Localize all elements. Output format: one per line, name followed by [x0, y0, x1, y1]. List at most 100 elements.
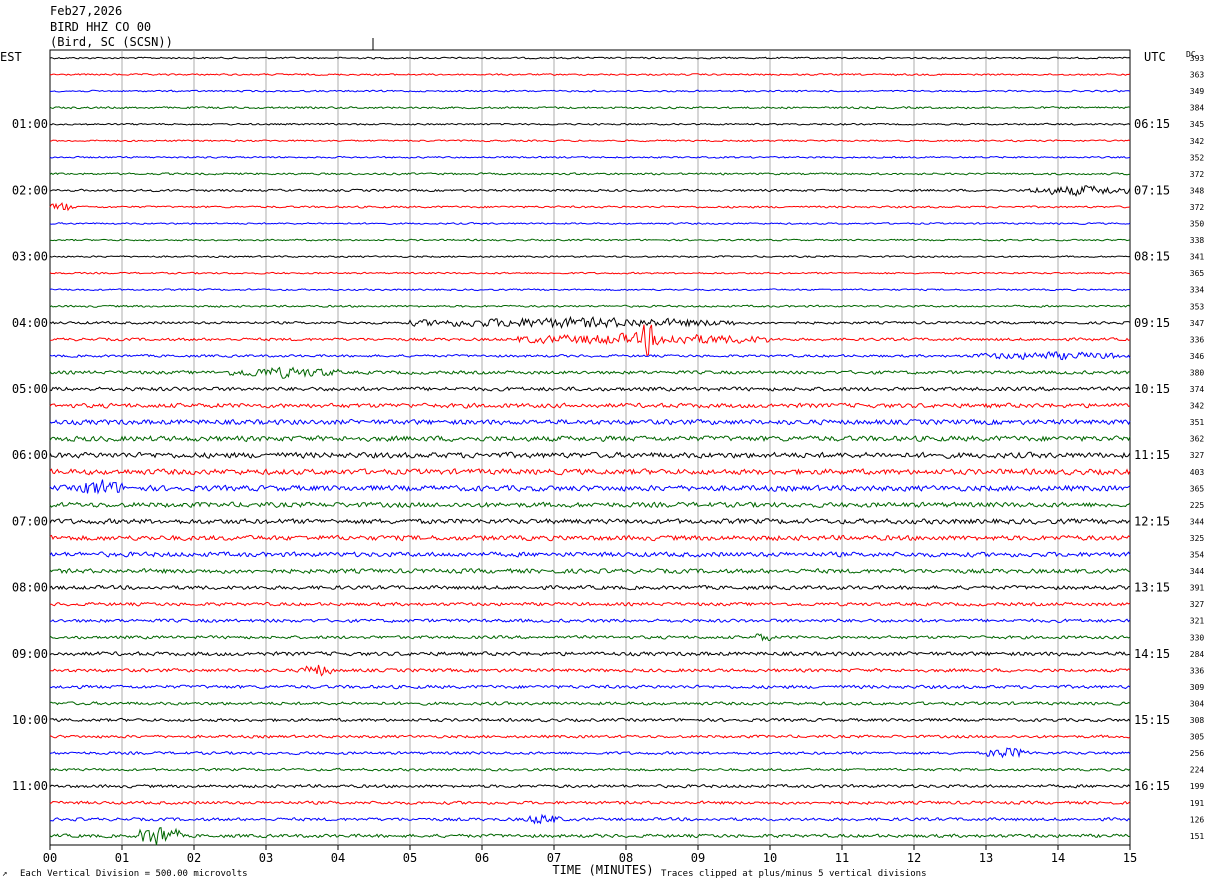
seismic-trace	[49, 534, 1131, 542]
seismic-trace	[49, 418, 1131, 426]
seismic-trace	[49, 479, 1131, 495]
seismic-trace	[49, 501, 1131, 509]
seismic-trace	[49, 315, 1131, 330]
left-time-label: 03:00	[12, 250, 48, 264]
seismic-trace	[49, 172, 1131, 176]
seismic-trace	[49, 366, 1131, 379]
x-tick-label: 05	[403, 851, 417, 865]
left-time-label: 09:00	[12, 647, 48, 661]
right-time-label: 06:15	[1134, 117, 1170, 131]
left-time-label: 08:00	[12, 581, 48, 595]
dc-value: 351	[1190, 418, 1205, 427]
dc-value: 309	[1190, 683, 1205, 692]
x-tick-label: 01	[115, 851, 129, 865]
left-time-label: 04:00	[12, 316, 48, 330]
dc-value: 305	[1190, 733, 1205, 742]
dc-value: 352	[1190, 153, 1205, 162]
left-time-label: 11:00	[12, 779, 48, 793]
dc-value: 346	[1190, 352, 1205, 361]
seismic-trace	[49, 701, 1131, 706]
dc-value: 151	[1190, 832, 1205, 841]
seismic-trace	[49, 155, 1131, 159]
corner-mark: ↗	[2, 869, 8, 879]
seismic-trace	[49, 435, 1131, 443]
seismic-trace	[49, 618, 1131, 624]
right-time-label: 10:15	[1134, 382, 1170, 396]
seismic-trace	[49, 826, 1130, 846]
dc-value: 321	[1190, 617, 1205, 626]
seismic-trace	[49, 551, 1131, 558]
dc-value: 362	[1190, 435, 1205, 444]
dc-value: 256	[1190, 749, 1205, 758]
dc-value: 325	[1190, 534, 1205, 543]
x-tick-label: 14	[1051, 851, 1065, 865]
seismic-trace	[49, 684, 1131, 690]
x-tick-label: 12	[907, 851, 921, 865]
seismic-trace	[49, 584, 1131, 591]
clip-note: Traces clipped at plus/minus 5 vertical …	[661, 869, 927, 879]
seismic-trace	[49, 139, 1131, 143]
dc-value: 363	[1190, 71, 1205, 80]
dc-value: 384	[1190, 104, 1205, 113]
left-time-label: 01:00	[12, 117, 48, 131]
left-time-label: 06:00	[12, 448, 48, 462]
dc-value: 372	[1190, 170, 1205, 179]
right-time-label: 07:15	[1134, 183, 1170, 197]
dc-value: 126	[1190, 815, 1205, 824]
dc-value: 349	[1190, 87, 1205, 96]
seismic-trace	[49, 567, 1131, 575]
seismic-trace	[49, 633, 1131, 642]
dc-value: 199	[1190, 782, 1205, 791]
dc-value: 403	[1190, 468, 1205, 477]
dc-value: 308	[1190, 716, 1205, 725]
dc-value: 348	[1190, 186, 1205, 195]
right-time-label: 08:15	[1134, 250, 1170, 264]
seismic-trace	[49, 468, 1131, 476]
seismic-trace	[49, 800, 1131, 805]
left-time-label: 05:00	[12, 382, 48, 396]
seismic-trace	[49, 222, 1131, 225]
left-time-label: 07:00	[12, 514, 48, 528]
dc-value: 284	[1190, 650, 1205, 659]
seismic-trace	[49, 784, 1131, 789]
x-tick-label: 04	[331, 851, 345, 865]
seismic-trace	[49, 185, 1131, 197]
right-time-label: 09:15	[1134, 316, 1170, 330]
dc-value: 342	[1190, 137, 1205, 146]
dc-value: 380	[1190, 368, 1205, 377]
dc-value: 391	[1190, 584, 1205, 593]
left-time-label: 10:00	[12, 713, 48, 727]
seismic-trace	[50, 601, 1131, 607]
seismic-trace	[49, 106, 1131, 110]
seismic-trace	[49, 664, 1131, 677]
left-time-label: 02:00	[12, 183, 48, 197]
seismic-trace	[49, 402, 1131, 409]
dc-value: 354	[1190, 551, 1205, 560]
dc-value: 393	[1190, 54, 1205, 63]
dc-value: 342	[1190, 402, 1205, 411]
seismic-trace	[49, 451, 1131, 459]
right-time-label: 15:15	[1134, 713, 1170, 727]
x-tick-label: 09	[691, 851, 705, 865]
seismic-trace	[49, 518, 1131, 525]
dc-value: 344	[1190, 567, 1205, 576]
seismic-trace	[49, 56, 1131, 60]
dc-value: 304	[1190, 699, 1205, 708]
dc-value: 336	[1190, 666, 1205, 675]
dc-value: 225	[1190, 501, 1205, 510]
seismic-trace	[49, 351, 1131, 361]
x-tick-label: 15	[1123, 851, 1137, 865]
seismic-trace	[49, 767, 1131, 772]
x-tick-label: 11	[835, 851, 849, 865]
right-time-label: 16:15	[1134, 779, 1170, 793]
x-tick-label: 10	[763, 851, 777, 865]
seismic-trace	[49, 122, 1131, 126]
seismogram-plot: 00 01 02 03 04 05 06 07 08 09 10 11 12 13 14 15TIME (MI…	[12, 38, 1205, 877]
seismic-trace	[49, 271, 1131, 275]
dc-value: 330	[1190, 633, 1205, 642]
x-tick-label: 02	[187, 851, 201, 865]
dc-value: 345	[1190, 120, 1205, 129]
seismic-trace	[49, 651, 1131, 657]
plot-frame	[49, 49, 1131, 846]
dc-value: 327	[1190, 600, 1205, 609]
